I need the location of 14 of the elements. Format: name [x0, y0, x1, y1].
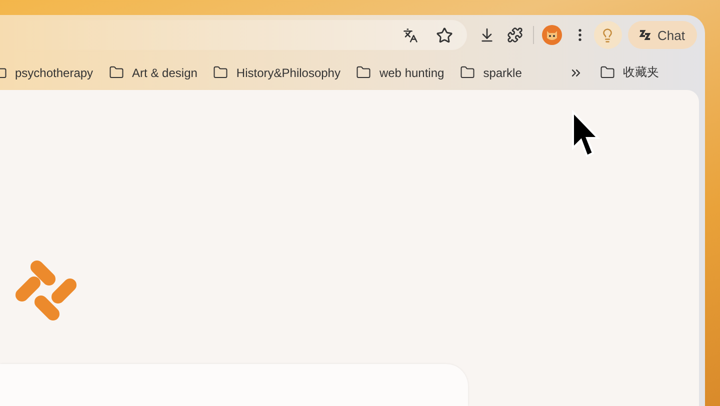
bookmark-folder[interactable]: Art & design	[109, 65, 198, 80]
bookmark-folder[interactable]: History&Philosophy	[213, 65, 340, 80]
folder-icon	[109, 65, 124, 80]
folder-icon	[460, 65, 476, 80]
bookmark-folder[interactable]: sparkle	[460, 65, 522, 80]
folder-icon	[356, 65, 372, 80]
folder-icon	[213, 65, 228, 80]
folder-icon	[600, 65, 615, 80]
bookmark-folder[interactable]: 收藏夹	[600, 64, 659, 81]
mouse-pointer-icon	[571, 110, 601, 160]
chat-logo-icon	[638, 28, 652, 42]
bookmark-folder[interactable]: web hunting	[356, 65, 444, 80]
chat-button[interactable]: Chat	[628, 21, 697, 49]
bookmark-folder[interactable]: psychotherapy	[0, 65, 94, 80]
